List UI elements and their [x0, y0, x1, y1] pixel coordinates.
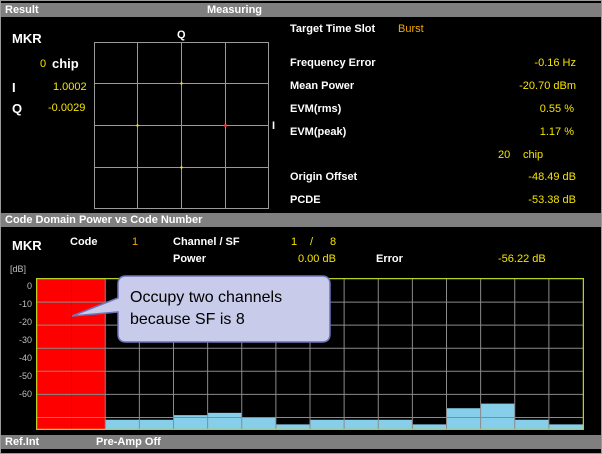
power-value: 0.00 dB [298, 253, 336, 265]
y-tick-30: -30 [18, 335, 32, 345]
evm-peak-chip-value: 20 [498, 149, 511, 161]
y-tick-40: -40 [18, 353, 32, 363]
callout-line-2: because SF is 8 [130, 311, 245, 328]
code-label: Code [70, 236, 98, 248]
frequency-error-value: -0.16 Hz [534, 57, 576, 69]
origin-offset-label: Origin Offset [290, 171, 358, 183]
code-power-bar [275, 424, 310, 429]
q-label: Q [12, 101, 23, 116]
code-power-bar [446, 408, 481, 429]
code-power-bar [241, 417, 276, 429]
pcde-value: -53.38 dB [528, 194, 576, 206]
cdp-section-bar: Code Domain Power vs Code Number [1, 213, 601, 227]
code-power-bar [378, 419, 413, 429]
iq-chip-unit: chip [52, 56, 79, 71]
constellation-point [136, 124, 139, 127]
cdp-marker-label: MKR [12, 238, 42, 253]
y-tick-60: -60 [18, 389, 32, 399]
y-axis-unit: [dB] [10, 264, 27, 274]
evm-peak-value: 1.17 % [539, 126, 574, 138]
y-tick-20: -20 [18, 317, 32, 327]
result-title: Result [5, 4, 39, 16]
channel-value: 1 [291, 236, 298, 248]
y-tick-50: -50 [18, 371, 32, 381]
preamp-status: Pre-Amp Off [96, 436, 161, 448]
pcde-label: PCDE [290, 194, 321, 206]
y-tick-0: 0 [26, 281, 32, 291]
constellation-axis-i: I [272, 120, 276, 132]
y-tick-10: -10 [18, 299, 32, 309]
evm-rms-label: EVM(rms) [290, 103, 342, 115]
cdp-section-title: Code Domain Power vs Code Number [5, 214, 203, 226]
error-value: -56.22 dB [498, 253, 546, 265]
iq-marker-label: MKR [12, 31, 42, 46]
footer-bar: Ref.Int Pre-Amp Off [1, 435, 601, 449]
code-power-bar [139, 419, 174, 429]
constellation-point [180, 82, 183, 85]
constellation-point [180, 166, 183, 169]
measuring-status: Measuring [207, 4, 263, 16]
constellation-axis-q: Q [177, 29, 186, 41]
code-power-bar [207, 412, 242, 429]
code-power-bar [480, 403, 515, 429]
i-value: 1.0002 [53, 81, 87, 93]
target-time-slot-value: Burst [398, 23, 424, 35]
result-header-bar: Result Measuring [1, 3, 601, 17]
evm-rms-value: 0.55 % [539, 103, 574, 115]
constellation-plot [94, 42, 269, 209]
sf-value: 8 [330, 236, 337, 248]
mean-power-value: -20.70 dBm [519, 80, 576, 92]
mean-power-label: Mean Power [290, 80, 355, 92]
i-label: I [12, 80, 16, 95]
code-power-bar [514, 419, 549, 429]
iq-chip-value: 0 [40, 58, 47, 70]
code-power-bar [412, 424, 447, 429]
origin-offset-value: -48.49 dB [528, 171, 576, 183]
callout-text: Occupy two channels because SF is 8 [130, 287, 282, 331]
ref-int-status: Ref.Int [5, 436, 40, 448]
code-value: 1 [132, 236, 139, 248]
code-power-bar [344, 419, 379, 429]
code-power-bar [105, 419, 140, 429]
error-label: Error [376, 253, 403, 265]
channel-sf-label: Channel / SF [173, 236, 240, 248]
code-power-bar [310, 419, 345, 429]
q-value: -0.0029 [48, 102, 86, 114]
target-time-slot-label: Target Time Slot [290, 23, 376, 35]
frequency-error-label: Frequency Error [290, 57, 376, 69]
callout-line-1: Occupy two channels [130, 289, 283, 306]
constellation-marker [224, 124, 227, 127]
sf-separator: / [310, 236, 314, 248]
power-label: Power [173, 253, 207, 265]
evm-peak-chip-unit: chip [523, 149, 544, 161]
code-power-bar [548, 424, 583, 429]
evm-peak-label: EVM(peak) [290, 126, 347, 138]
